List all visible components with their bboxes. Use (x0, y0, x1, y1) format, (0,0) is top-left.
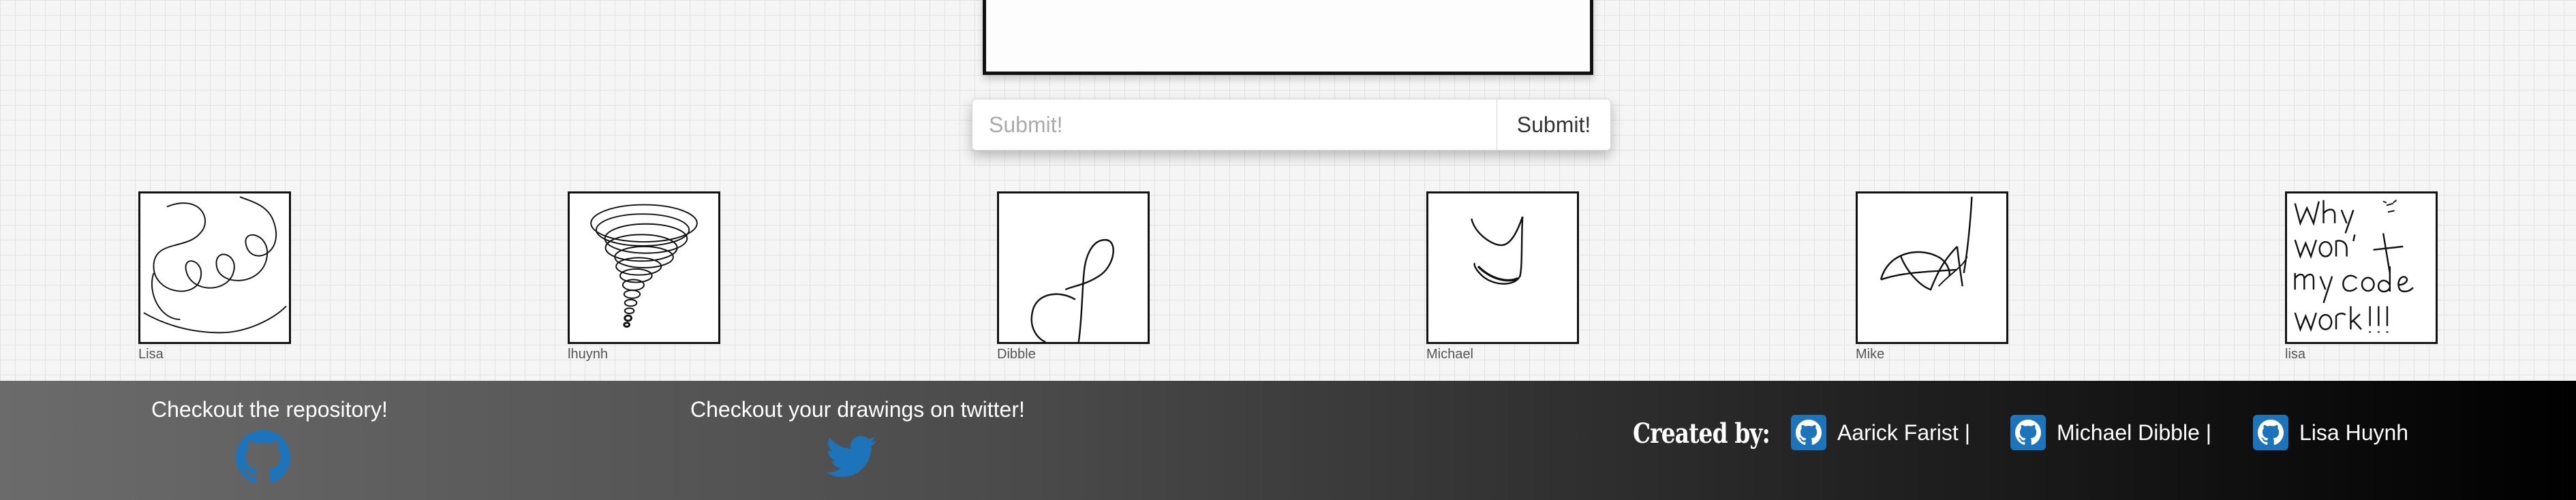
drawing-author-name: Lisa (138, 347, 164, 362)
drawing-thumbnail[interactable] (1856, 191, 2008, 344)
drawing-gallery: Lisa lhuynh Dibble Michael Mike lisa (0, 191, 2576, 369)
author-aarick-link[interactable]: Aarick Farist | (1791, 415, 1970, 450)
submit-input[interactable] (972, 99, 1497, 151)
submit-bar: Submit! (972, 99, 1611, 151)
drawing-scribble (1471, 216, 1524, 285)
drawing-canvas[interactable] (983, 0, 1593, 75)
drawing-author-name: Mike (1856, 347, 1885, 362)
drawing-scribble (143, 196, 287, 334)
drawing-scribble (1880, 196, 1973, 291)
gallery-item: Dibble (997, 191, 1150, 362)
github-repo-link[interactable] (236, 430, 290, 484)
drawing-scribble (1030, 238, 1114, 342)
github-icon (2253, 415, 2288, 450)
author-lisa-link[interactable]: Lisa Huynh (2253, 415, 2408, 450)
footer: Checkout the repository! Checkout your d… (0, 381, 2576, 500)
gallery-item: lhuynh (568, 191, 720, 362)
drawing-author-name: lhuynh (568, 347, 608, 362)
drawing-author-name: Michael (1426, 347, 1473, 362)
created-by-label: Created by: (1633, 418, 1770, 450)
twitter-icon (826, 435, 876, 478)
twitter-link-text: Checkout your drawings on twitter! (690, 397, 1025, 422)
author-michael-link[interactable]: Michael Dibble | (2010, 415, 2211, 450)
github-icon (236, 430, 290, 484)
drawing-thumbnail[interactable] (2285, 191, 2438, 344)
gallery-item: Lisa (138, 191, 291, 362)
author-name: Michael Dibble | (2057, 420, 2212, 445)
drawing-thumbnail[interactable] (568, 191, 720, 344)
drawing-author-name: lisa (2285, 347, 2306, 362)
drawing-scribble (590, 204, 698, 328)
submit-button[interactable]: Submit! (1497, 99, 1611, 151)
author-name: Lisa Huynh (2299, 420, 2409, 445)
drawing-scribble (2294, 199, 2414, 333)
gallery-item: lisa (2285, 191, 2438, 362)
github-icon (2010, 415, 2046, 450)
github-icon (1791, 415, 1826, 450)
drawing-author-name: Dibble (997, 347, 1036, 362)
gallery-item: Mike (1856, 191, 2008, 362)
drawing-thumbnail[interactable] (138, 191, 291, 344)
repository-link-text: Checkout the repository! (151, 397, 388, 422)
author-name: Aarick Farist | (1837, 420, 1970, 445)
gallery-item: Michael (1426, 191, 1579, 362)
drawing-thumbnail[interactable] (997, 191, 1150, 344)
drawing-thumbnail[interactable] (1426, 191, 1579, 344)
twitter-link[interactable] (823, 431, 879, 482)
